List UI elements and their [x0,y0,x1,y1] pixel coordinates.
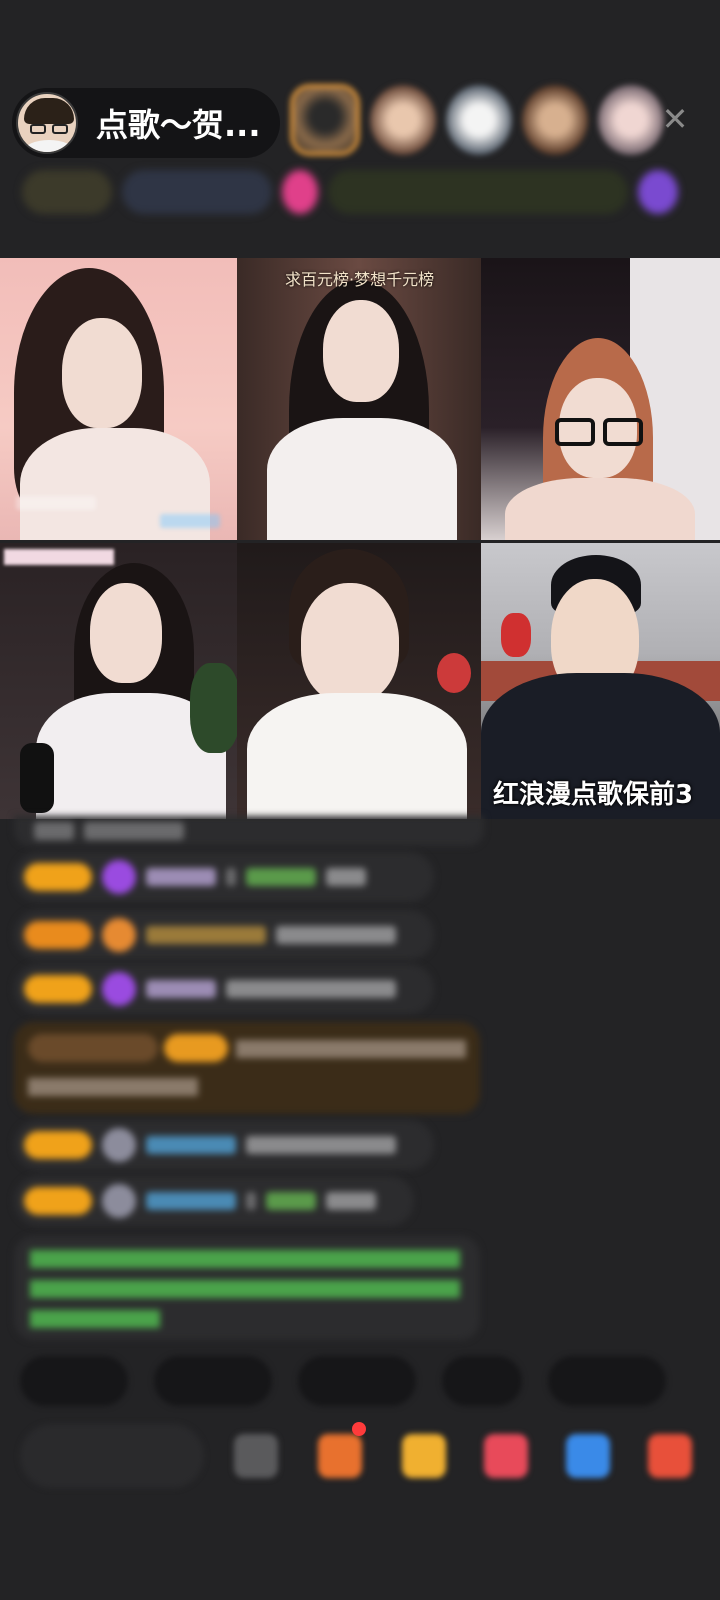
video-tile-3[interactable] [481,258,720,540]
quick-reply-button[interactable] [154,1356,272,1406]
quick-reply-button[interactable] [20,1356,128,1406]
heart-gift-icon[interactable] [484,1434,528,1478]
close-icon[interactable]: ✕ [656,100,694,138]
video-tile-6[interactable]: 红浪漫点歌保前3 [481,543,720,819]
viewer-avatar[interactable] [598,85,664,155]
chat-message[interactable] [14,910,434,960]
system-notice [14,1236,480,1340]
video-tile-5[interactable] [237,543,481,819]
treasure-icon[interactable] [402,1434,446,1478]
bottom-action-bar [0,1420,720,1492]
chat-message[interactable] [14,816,484,846]
host-title: 点歌～贺... [96,106,261,144]
gift-icon[interactable] [648,1434,692,1478]
video-grid: 求百元榜·梦想千元榜 红浪漫点歌保前3 [0,258,720,819]
host-info-pill[interactable]: 点歌～贺... [12,88,280,158]
chat-highlight-message[interactable] [14,1022,480,1114]
gift-box-icon[interactable] [318,1434,362,1478]
host-avatar[interactable] [16,92,78,154]
top-viewers-list[interactable] [290,84,664,156]
tile-caption: 求百元榜·梦想千元榜 [285,270,435,289]
chat-input[interactable] [20,1424,204,1488]
chat-message[interactable] [14,852,434,902]
quick-reply-bar[interactable] [20,1356,666,1406]
viewer-avatar[interactable] [446,85,512,155]
activity-tag-strip[interactable] [22,168,702,216]
quick-reply-button[interactable] [442,1356,522,1406]
quick-reply-button[interactable] [548,1356,666,1406]
video-tile-1[interactable] [0,258,237,540]
video-tile-4[interactable] [0,543,237,819]
chat-message[interactable] [14,1176,414,1226]
video-tile-2[interactable]: 求百元榜·梦想千元榜 [237,258,481,540]
notification-dot [352,1422,366,1436]
viewer-avatar[interactable] [290,84,360,156]
emoji-icon[interactable] [234,1434,278,1478]
viewer-avatar[interactable] [370,85,436,155]
viewer-avatar[interactable] [522,85,588,155]
game-controller-icon[interactable] [566,1434,610,1478]
tile-caption: 红浪漫点歌保前3 [493,780,694,810]
chat-message[interactable] [14,964,434,1014]
quick-reply-button[interactable] [298,1356,416,1406]
chat-message[interactable] [14,1120,434,1170]
